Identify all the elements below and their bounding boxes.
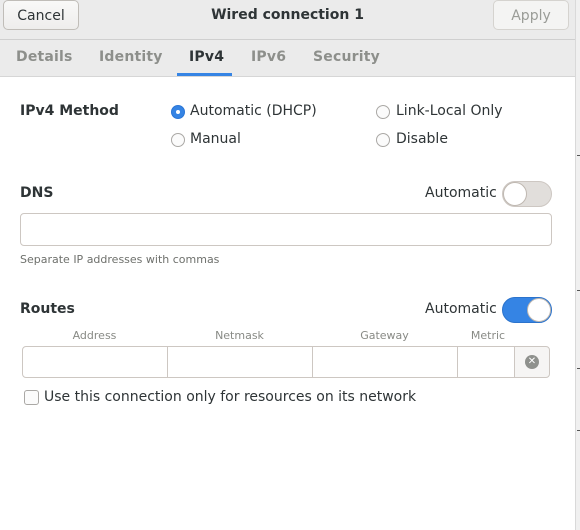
route-address-input[interactable]: [22, 346, 168, 378]
route-netmask-input[interactable]: [167, 346, 313, 378]
ipv4-method-label: IPv4 Method: [20, 103, 119, 119]
tab-ipv6[interactable]: IPv6: [251, 49, 286, 65]
apply-button[interactable]: Apply: [493, 0, 569, 30]
column-header-metric: Metric: [470, 329, 506, 342]
radio-link-local-label[interactable]: Link-Local Only: [396, 103, 503, 119]
dns-automatic-label: Automatic: [425, 185, 497, 201]
route-gateway-input[interactable]: [312, 346, 458, 378]
radio-automatic-dhcp[interactable]: [171, 105, 185, 119]
dialog-title: Wired connection 1: [211, 7, 364, 23]
tab-ipv4[interactable]: IPv4: [189, 49, 224, 65]
routes-label: Routes: [20, 301, 75, 317]
only-local-label[interactable]: Use this connection only for resources o…: [44, 389, 416, 405]
only-local-checkbox[interactable]: [24, 390, 39, 405]
dns-hint: Separate IP addresses with commas: [20, 253, 220, 266]
column-header-netmask: Netmask: [215, 329, 264, 342]
window-edge: [575, 0, 580, 530]
header-bar: Cancel Wired connection 1 Apply: [0, 0, 575, 40]
radio-disable[interactable]: [376, 133, 390, 147]
route-metric-input[interactable]: [457, 346, 515, 378]
column-header-gateway: Gateway: [360, 329, 409, 342]
radio-link-local[interactable]: [376, 105, 390, 119]
column-header-address: Address: [72, 329, 117, 342]
remove-circle-icon[interactable]: ✕: [525, 355, 539, 369]
switch-knob: [527, 298, 551, 322]
tab-details[interactable]: Details: [16, 49, 73, 65]
active-tab-indicator: [177, 73, 232, 76]
radio-manual-label[interactable]: Manual: [190, 131, 241, 147]
routes-automatic-switch[interactable]: [502, 297, 552, 323]
radio-automatic-dhcp-label[interactable]: Automatic (DHCP): [190, 103, 317, 119]
tab-security[interactable]: Security: [313, 49, 380, 65]
dns-label: DNS: [20, 185, 54, 201]
switch-knob: [503, 182, 527, 206]
routes-automatic-label: Automatic: [425, 301, 497, 317]
tab-bar: Details Identity IPv4 IPv6 Security: [0, 40, 575, 77]
dns-input[interactable]: [20, 213, 552, 246]
tab-identity[interactable]: Identity: [99, 49, 163, 65]
radio-disable-label[interactable]: Disable: [396, 131, 448, 147]
dns-automatic-switch[interactable]: [502, 181, 552, 207]
radio-manual[interactable]: [171, 133, 185, 147]
